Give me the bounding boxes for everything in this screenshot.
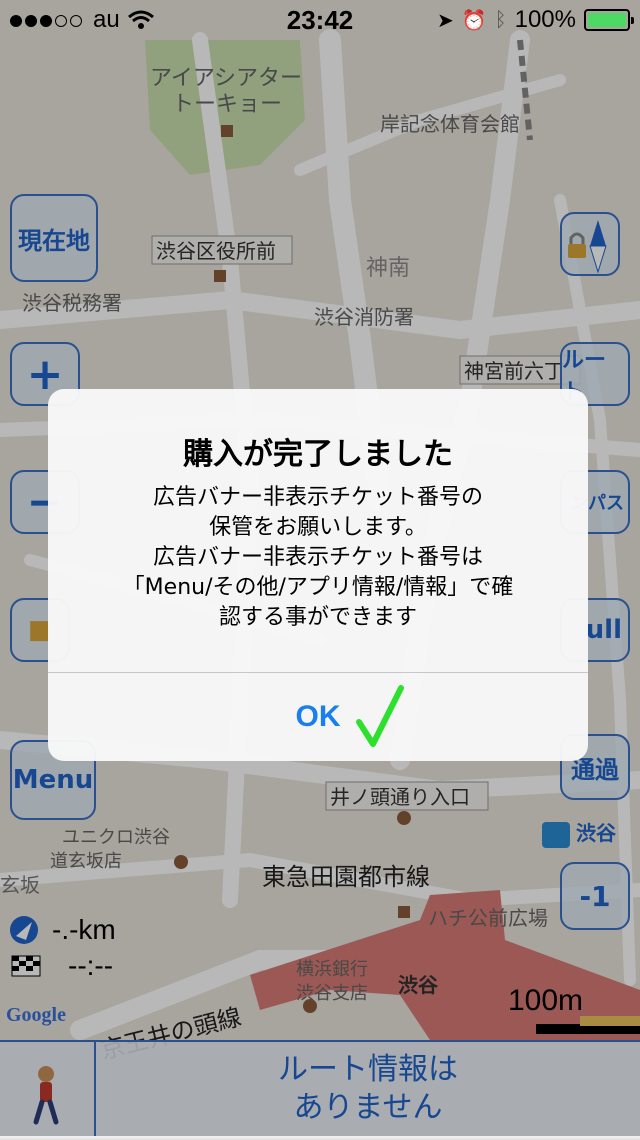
battery-icon (584, 9, 634, 31)
carrier-label: au (93, 6, 120, 33)
alarm-icon: ⏰ (461, 9, 487, 32)
battery-percent: 100% (514, 6, 576, 33)
purchase-complete-alert: 購入が完了しました 広告バナー非表示チケット番号の 保管をお願いします。 広告バ… (48, 389, 588, 761)
alert-message: 広告バナー非表示チケット番号の 保管をお願いします。 広告バナー非表示チケット番… (122, 485, 514, 630)
alert-ok-button[interactable]: OK (48, 673, 588, 761)
signal-icon (10, 6, 85, 34)
alert-title: 購入が完了しました (183, 437, 453, 472)
checkmark-icon (356, 685, 404, 747)
wifi-icon (127, 10, 154, 29)
bluetooth-icon: ᛒ (494, 8, 507, 31)
location-arrow-icon: ➤ (436, 9, 454, 32)
clock: 23:42 (286, 4, 354, 35)
status-bar: au 23:42 ➤ ⏰ ᛒ 100% (0, 0, 640, 40)
